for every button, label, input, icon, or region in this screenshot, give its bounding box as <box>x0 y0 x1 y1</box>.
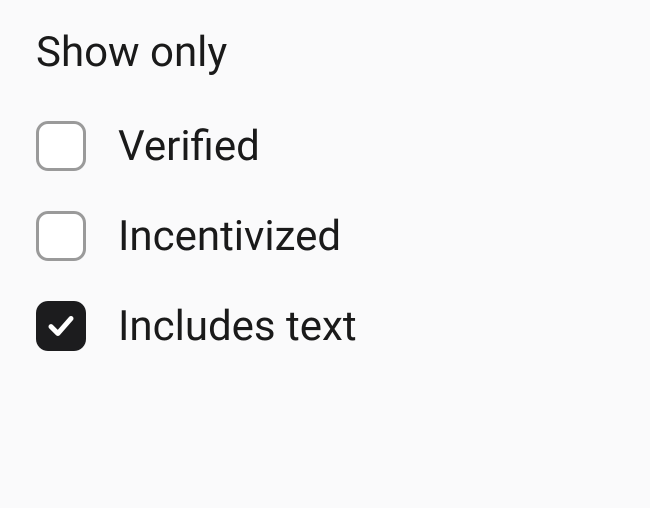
checkbox-incentivized[interactable] <box>36 211 86 261</box>
option-label-verified: Verified <box>118 122 260 171</box>
option-incentivized[interactable]: Incentivized <box>36 211 614 261</box>
checkbox-verified[interactable] <box>36 121 86 171</box>
option-includes-text[interactable]: Includes text <box>36 301 614 351</box>
option-label-incentivized: Incentivized <box>118 212 341 261</box>
checkmark-icon <box>46 311 76 341</box>
option-label-includes-text: Includes text <box>118 302 357 351</box>
checkbox-includes-text[interactable] <box>36 301 86 351</box>
filter-heading: Show only <box>36 28 614 77</box>
filter-options-list: Verified Incentivized Includes text <box>36 121 614 351</box>
option-verified[interactable]: Verified <box>36 121 614 171</box>
